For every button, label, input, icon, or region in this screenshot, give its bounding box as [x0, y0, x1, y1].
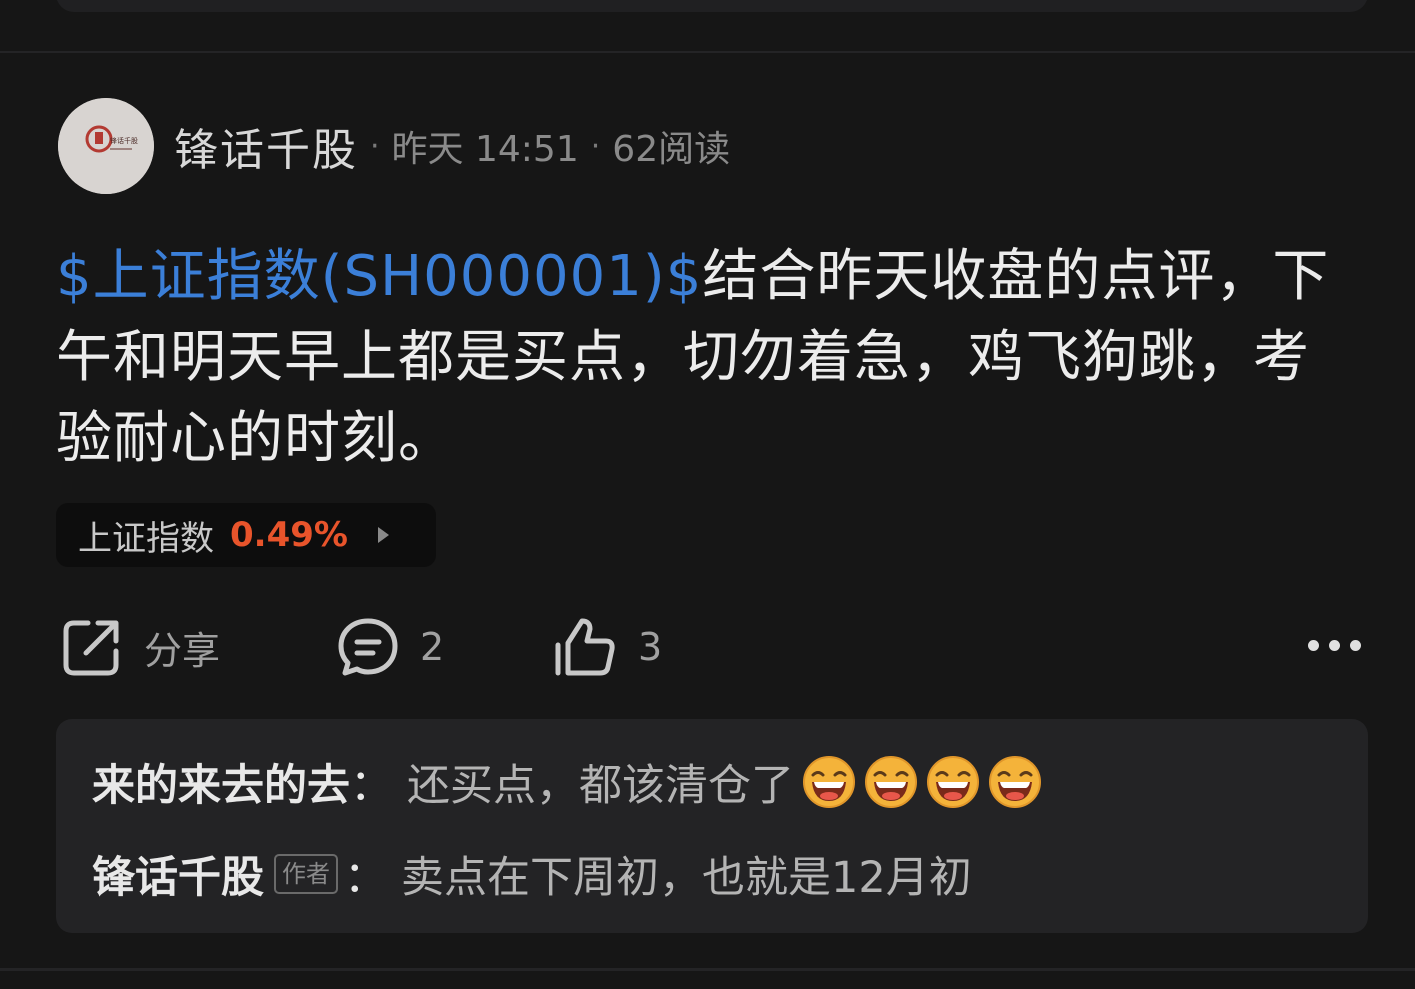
avatar[interactable]: 锋话千股 [58, 98, 154, 194]
share-button[interactable]: 分享 [60, 605, 220, 689]
action-bar: 分享 2 3 [0, 605, 1415, 689]
separator-dot: · [370, 128, 380, 164]
comment-icon [338, 618, 398, 676]
comment-button[interactable]: 2 [336, 605, 444, 689]
laughing-face-icon [926, 755, 980, 809]
previous-post-card [56, 0, 1368, 12]
comment-text: 还买点，都该清仓了 [407, 761, 794, 811]
laughing-face-icon [802, 755, 856, 809]
stock-chip-name: 上证指数 [78, 518, 214, 559]
stock-chip[interactable]: 上证指数 0.49% [56, 503, 436, 567]
stock-chip-change: 0.49% [230, 515, 348, 555]
like-button[interactable]: 3 [552, 605, 662, 689]
share-label: 分享 [144, 628, 221, 673]
like-count: 3 [638, 625, 663, 669]
stock-link[interactable]: $上证指数(SH000001)$ [56, 244, 702, 309]
comment-text: 卖点在下周初，也就是12月初 [401, 853, 972, 903]
post-content: $上证指数(SH000001)$结合昨天收盘的点评，下午和明天早上都是买点，切勿… [56, 236, 1356, 479]
chevron-right-icon [377, 527, 389, 543]
comment-preview[interactable]: 来的来去的去 ： 还买点，都该清仓了 锋话千股 作者 ： 卖点在下周初，也就是1… [56, 719, 1368, 933]
divider [0, 968, 1415, 971]
read-count: 62阅读 [612, 129, 731, 170]
author-badge: 作者 [274, 854, 338, 894]
avatar-logo-icon: 锋话千股 [58, 98, 154, 194]
thumbs-up-icon [555, 618, 615, 676]
divider [0, 51, 1415, 53]
post-time: 昨天 14:51 [391, 129, 579, 170]
comment-author[interactable]: 来的来去的去 [92, 751, 350, 813]
share-icon [63, 620, 119, 676]
svg-text:锋话千股: 锋话千股 [110, 136, 138, 145]
comment-colon: ： [350, 761, 393, 811]
laughing-face-icon [864, 755, 918, 809]
post-header: 锋话千股 · 昨天 14:51 · 62阅读 [174, 118, 731, 176]
author-name[interactable]: 锋话千股 [174, 114, 358, 178]
comment-colon: ： [344, 853, 387, 903]
emoji-group [794, 755, 1042, 809]
separator-dot: · [590, 128, 601, 164]
comment-item[interactable]: 来的来去的去 ： 还买点，都该清仓了 [92, 747, 1042, 817]
comment-item[interactable]: 锋话千股 作者 ： 卖点在下周初，也就是12月初 [92, 839, 972, 909]
laughing-face-icon [988, 755, 1042, 809]
comment-count: 2 [420, 625, 445, 669]
comment-author[interactable]: 锋话千股 [92, 843, 264, 905]
more-options-icon[interactable] [1306, 635, 1364, 659]
